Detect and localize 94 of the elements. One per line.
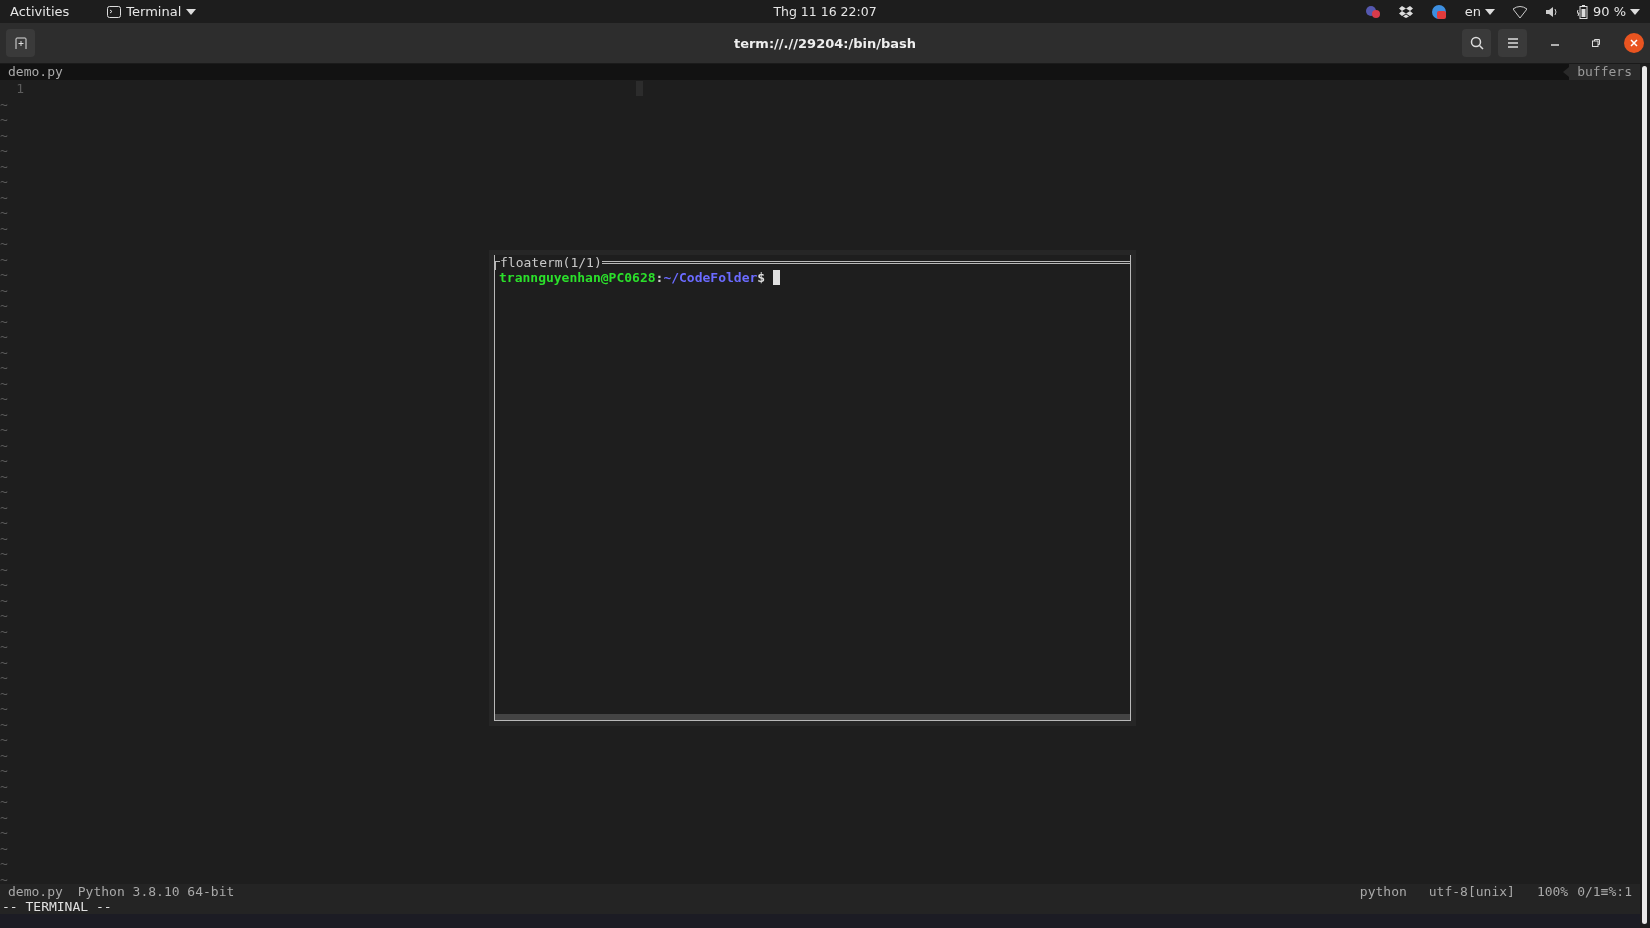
scrollbar[interactable] bbox=[1642, 66, 1647, 924]
empty-line-marker: ~ bbox=[0, 112, 8, 128]
status-interpreter: Python 3.8.10 64-bit bbox=[77, 884, 235, 899]
empty-line-marker: ~ bbox=[0, 546, 8, 562]
empty-line-marker: ~ bbox=[0, 468, 8, 484]
status-percent: 100% bbox=[1536, 884, 1569, 899]
empty-line-marker: ~ bbox=[0, 375, 8, 391]
empty-line-marker: ~ bbox=[0, 809, 8, 825]
search-icon bbox=[1469, 36, 1484, 50]
mode-indicator: -- TERMINAL -- bbox=[1, 899, 113, 914]
empty-line-marker: ~ bbox=[0, 856, 8, 872]
new-tab-icon bbox=[14, 37, 27, 49]
terminal-cursor bbox=[773, 270, 781, 285]
cursor-block bbox=[636, 81, 643, 97]
empty-line-marker: ~ bbox=[0, 654, 8, 670]
restore-icon bbox=[1592, 39, 1600, 47]
left-arrow-icon bbox=[1563, 67, 1570, 77]
empty-line-marker: ~ bbox=[0, 608, 8, 624]
empty-line-marker: ~ bbox=[0, 515, 8, 531]
empty-line-marker: ~ bbox=[0, 840, 8, 856]
empty-line-marker: ~ bbox=[0, 329, 8, 345]
empty-line-marker: ~ bbox=[0, 360, 8, 376]
activities-button[interactable]: Activities bbox=[10, 4, 70, 19]
empty-line-marker: ~ bbox=[0, 577, 8, 593]
close-icon bbox=[1630, 39, 1638, 47]
empty-line-marker: ~ bbox=[0, 189, 8, 205]
empty-line-marker: ~ bbox=[0, 282, 8, 298]
battery-icon bbox=[1576, 4, 1589, 19]
status-file: demo.py bbox=[8, 884, 63, 899]
empty-line-marker: ~ bbox=[0, 623, 8, 639]
battery-menu[interactable]: 90 % bbox=[1576, 4, 1640, 19]
empty-line-marker: ~ bbox=[0, 453, 8, 469]
empty-line-marker: ~ bbox=[0, 825, 8, 841]
volume-icon bbox=[1544, 5, 1559, 18]
empty-line-marker: ~ bbox=[0, 158, 8, 174]
menu-icon bbox=[1506, 38, 1519, 48]
empty-line-marker: ~ bbox=[0, 530, 8, 546]
close-button[interactable] bbox=[1624, 33, 1644, 53]
empty-line-marker: ~ bbox=[0, 701, 8, 717]
empty-line-marker: ~ bbox=[0, 406, 8, 422]
new-tab-button[interactable] bbox=[6, 29, 35, 57]
language-menu[interactable]: en bbox=[1464, 4, 1495, 19]
team-chat-icon bbox=[1364, 4, 1381, 19]
empty-line-marker: ~ bbox=[0, 871, 8, 884]
empty-line-marker: ~ bbox=[0, 127, 8, 143]
empty-line-marker: ~ bbox=[0, 344, 8, 360]
line-number: 1 bbox=[15, 81, 24, 97]
empty-line-marker: ~ bbox=[0, 391, 8, 407]
empty-line-marker: ~ bbox=[0, 716, 8, 732]
search-button[interactable] bbox=[1462, 29, 1491, 57]
empty-line-marker: ~ bbox=[0, 313, 8, 329]
empty-line-marker: ~ bbox=[0, 794, 8, 810]
empty-line-marker: ~ bbox=[0, 220, 8, 236]
empty-line-marker: ~ bbox=[0, 251, 8, 267]
empty-line-marker: ~ bbox=[0, 96, 8, 112]
status-position: 0/1≡%:1 bbox=[1577, 884, 1632, 899]
empty-line-marker: ~ bbox=[0, 778, 8, 794]
empty-line-marker: ~ bbox=[0, 685, 8, 701]
menu-button[interactable] bbox=[1498, 29, 1527, 57]
empty-line-marker: ~ bbox=[0, 298, 8, 314]
empty-line-marker: ~ bbox=[0, 143, 8, 159]
empty-line-marker: ~ bbox=[0, 236, 8, 252]
empty-line-marker: ~ bbox=[0, 639, 8, 655]
box-icon bbox=[1398, 5, 1413, 18]
status-filetype: python bbox=[1359, 884, 1407, 899]
prompt-symbol: $ bbox=[757, 270, 766, 285]
caret-icon bbox=[186, 8, 197, 15]
app-menu[interactable]: Terminal bbox=[107, 4, 197, 19]
caret-icon bbox=[1630, 8, 1640, 15]
empty-line-marker: ~ bbox=[0, 670, 8, 686]
empty-line-marker: ~ bbox=[0, 484, 8, 500]
status-encoding: utf-8[unix] bbox=[1428, 884, 1515, 899]
app-circle-icon bbox=[1430, 3, 1447, 20]
empty-line-marker: ~ bbox=[0, 561, 8, 577]
wifi-icon bbox=[1512, 5, 1527, 18]
empty-line-marker: ~ bbox=[0, 422, 8, 438]
caret-icon bbox=[1484, 8, 1495, 15]
empty-line-marker: ~ bbox=[0, 499, 8, 515]
empty-line-marker: ~ bbox=[0, 747, 8, 763]
empty-line-marker: ~ bbox=[0, 437, 8, 453]
terminal-icon bbox=[107, 5, 122, 18]
empty-line-marker: ~ bbox=[0, 592, 8, 608]
empty-line-marker: ~ bbox=[0, 174, 8, 190]
empty-line-marker: ~ bbox=[0, 763, 8, 779]
empty-line-marker: ~ bbox=[0, 205, 8, 221]
floaterm-title: floaterm(1/1) bbox=[500, 255, 602, 270]
prompt-user: trannguyenhan@PC0628 bbox=[499, 270, 656, 285]
empty-line-marker: ~ bbox=[0, 267, 8, 283]
window-title: term://.//29204:/bin/bash bbox=[733, 35, 917, 51]
empty-line-marker: ~ bbox=[0, 732, 8, 748]
clock[interactable]: Thg 11 16 22:07 bbox=[773, 4, 877, 19]
prompt-separator: : bbox=[655, 270, 664, 285]
buffer-tab[interactable]: demo.py bbox=[0, 64, 63, 80]
prompt-path: ~/CodeFolder bbox=[663, 270, 758, 285]
